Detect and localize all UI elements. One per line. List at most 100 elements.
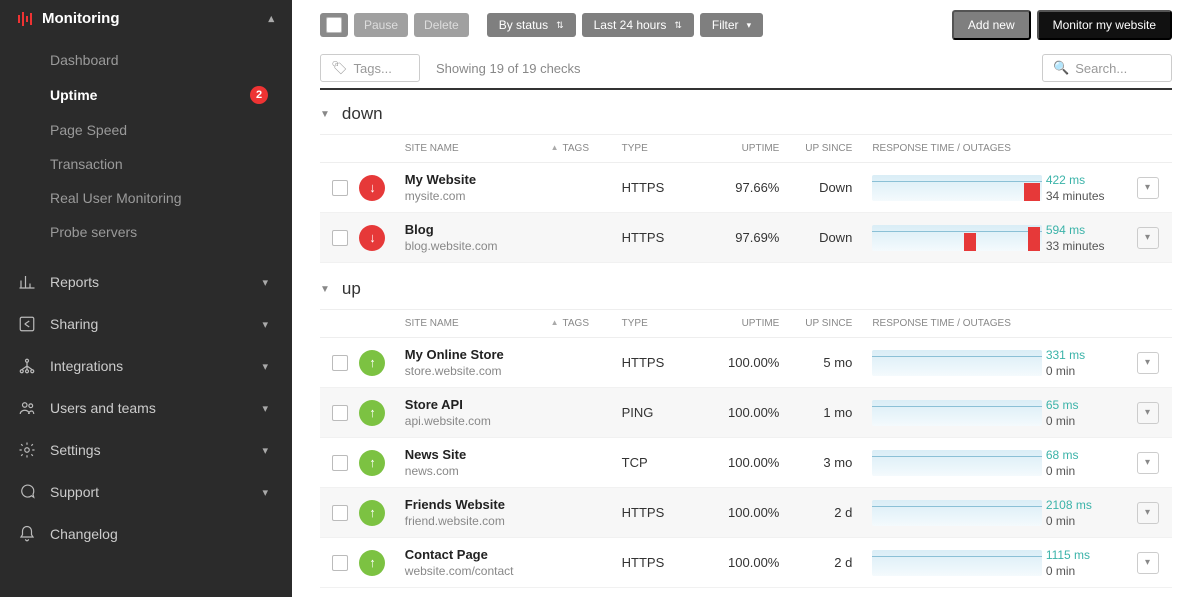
uptime-value: 100.00% bbox=[701, 555, 780, 570]
sparkline bbox=[872, 350, 1042, 376]
nav-changelog[interactable]: Changelog bbox=[0, 513, 292, 555]
sidebar-header[interactable]: Monitoring ▴ bbox=[0, 0, 292, 37]
section-header[interactable]: ▼down bbox=[320, 100, 1172, 135]
check-type: PING bbox=[622, 405, 701, 420]
up-since: Down bbox=[779, 180, 852, 195]
sidebar-item-label: Real User Monitoring bbox=[50, 190, 182, 206]
row-more-button[interactable]: ▾ bbox=[1137, 177, 1159, 199]
up-since: 3 mo bbox=[779, 455, 852, 470]
row-checkbox[interactable] bbox=[332, 405, 348, 421]
site-name[interactable]: News Site bbox=[405, 447, 563, 462]
time-dropdown[interactable]: Last 24 hours⇅ bbox=[582, 13, 694, 37]
row-more-button[interactable]: ▾ bbox=[1137, 352, 1159, 374]
row-checkbox[interactable] bbox=[332, 505, 348, 521]
search-icon: 🔍 bbox=[1053, 60, 1069, 76]
col-type[interactable]: TYPE bbox=[622, 143, 701, 154]
col-tags[interactable]: TAGS bbox=[563, 318, 622, 329]
table-row: ↑Store APIapi.website.comPING100.00%1 mo… bbox=[320, 388, 1172, 438]
select-all-checkbox[interactable] bbox=[326, 17, 342, 33]
col-site[interactable]: SITE NAME▲ bbox=[405, 143, 563, 154]
row-more-button[interactable]: ▾ bbox=[1137, 552, 1159, 574]
response-time: 594 ms bbox=[1046, 223, 1137, 237]
col-uptime[interactable]: UPTIME bbox=[701, 143, 780, 154]
sidebar-item-label: Page Speed bbox=[50, 122, 127, 138]
chevron-down-icon: ▼ bbox=[320, 284, 330, 295]
col-tags[interactable]: TAGS bbox=[563, 143, 622, 154]
row-more-button[interactable]: ▾ bbox=[1137, 402, 1159, 424]
sidebar-item-uptime[interactable]: Uptime2 bbox=[0, 77, 292, 113]
section-down: ▼down SITE NAME▲TAGSTYPEUPTIMEUP SINCERES… bbox=[320, 100, 1172, 263]
nav-support[interactable]: Support▾ bbox=[0, 471, 292, 513]
nav-label: Settings bbox=[50, 442, 101, 458]
uptime-value: 100.00% bbox=[701, 405, 780, 420]
col-since[interactable]: UP SINCE bbox=[779, 318, 852, 329]
nav-settings[interactable]: Settings▾ bbox=[0, 429, 292, 471]
status-up-icon: ↑ bbox=[359, 350, 385, 376]
monitor-website-button[interactable]: Monitor my website bbox=[1037, 10, 1172, 40]
row-more-button[interactable]: ▾ bbox=[1137, 227, 1159, 249]
filter-row: 🏷Tags... Showing 19 of 19 checks 🔍Search… bbox=[320, 54, 1172, 82]
main: Pause Delete By status⇅ Last 24 hours⇅ F… bbox=[292, 0, 1200, 597]
tag-icon: 🏷 bbox=[331, 60, 348, 76]
sidebar-item-real-user-monitoring[interactable]: Real User Monitoring bbox=[0, 181, 292, 215]
duration: 0 min bbox=[1046, 464, 1137, 478]
uptime-value: 100.00% bbox=[701, 455, 780, 470]
col-type[interactable]: TYPE bbox=[622, 318, 701, 329]
logo-pulse-icon bbox=[18, 12, 32, 26]
site-domain: website.com/contact bbox=[405, 564, 563, 578]
check-type: HTTPS bbox=[622, 355, 701, 370]
nav-label: Users and teams bbox=[50, 400, 156, 416]
pause-button[interactable]: Pause bbox=[354, 13, 408, 37]
uptime-value: 97.69% bbox=[701, 230, 780, 245]
up-since: Down bbox=[779, 230, 852, 245]
section-header[interactable]: ▼up bbox=[320, 275, 1172, 310]
nav-sharing[interactable]: Sharing▾ bbox=[0, 303, 292, 345]
up-since: 5 mo bbox=[779, 355, 852, 370]
row-checkbox[interactable] bbox=[332, 180, 348, 196]
site-name[interactable]: Blog bbox=[405, 222, 563, 237]
nav-users-and-teams[interactable]: Users and teams▾ bbox=[0, 387, 292, 429]
duration: 34 minutes bbox=[1046, 189, 1137, 203]
tags-input[interactable]: 🏷Tags... bbox=[320, 54, 420, 82]
response-time: 422 ms bbox=[1046, 173, 1137, 187]
filter-dropdown[interactable]: Filter▾ bbox=[700, 13, 763, 37]
sidebar-item-dashboard[interactable]: Dashboard bbox=[0, 43, 292, 77]
site-name[interactable]: Contact Page bbox=[405, 547, 563, 562]
site-name[interactable]: My Online Store bbox=[405, 347, 563, 362]
nav-integrations[interactable]: Integrations▾ bbox=[0, 345, 292, 387]
status-down-icon: ↓ bbox=[359, 175, 385, 201]
row-more-button[interactable]: ▾ bbox=[1137, 452, 1159, 474]
delete-button[interactable]: Delete bbox=[414, 13, 469, 37]
site-domain: api.website.com bbox=[405, 414, 563, 428]
site-name[interactable]: My Website bbox=[405, 172, 563, 187]
nav-reports[interactable]: Reports▾ bbox=[0, 261, 292, 303]
uptime-value: 100.00% bbox=[701, 355, 780, 370]
add-new-button[interactable]: Add new bbox=[952, 10, 1031, 40]
users-icon bbox=[18, 399, 36, 417]
row-checkbox[interactable] bbox=[332, 455, 348, 471]
col-uptime[interactable]: UPTIME bbox=[701, 318, 780, 329]
row-checkbox[interactable] bbox=[332, 230, 348, 246]
row-checkbox[interactable] bbox=[332, 355, 348, 371]
row-more-button[interactable]: ▾ bbox=[1137, 502, 1159, 524]
col-rt[interactable]: RESPONSE TIME / OUTAGES bbox=[852, 318, 1046, 329]
sidebar-item-probe-servers[interactable]: Probe servers bbox=[0, 215, 292, 249]
site-domain: friend.website.com bbox=[405, 514, 563, 528]
sidebar-nav: Reports▾Sharing▾Integrations▾Users and t… bbox=[0, 261, 292, 555]
site-domain: mysite.com bbox=[405, 189, 563, 203]
col-rt[interactable]: RESPONSE TIME / OUTAGES bbox=[852, 143, 1046, 154]
site-name[interactable]: Store API bbox=[405, 397, 563, 412]
sidebar-item-transaction[interactable]: Transaction bbox=[0, 147, 292, 181]
up-since: 1 mo bbox=[779, 405, 852, 420]
status-up-icon: ↑ bbox=[359, 550, 385, 576]
col-site[interactable]: SITE NAME▲ bbox=[405, 318, 563, 329]
row-checkbox[interactable] bbox=[332, 555, 348, 571]
select-all-wrap[interactable] bbox=[320, 13, 348, 37]
site-name[interactable]: Friends Website bbox=[405, 497, 563, 512]
sidebar-item-label: Uptime bbox=[50, 87, 97, 103]
status-dropdown[interactable]: By status⇅ bbox=[487, 13, 576, 37]
col-since[interactable]: UP SINCE bbox=[779, 143, 852, 154]
table-row: ↑Friends Websitefriend.website.comHTTPS1… bbox=[320, 488, 1172, 538]
sidebar-item-page-speed[interactable]: Page Speed bbox=[0, 113, 292, 147]
search-input[interactable]: 🔍Search... bbox=[1042, 54, 1172, 82]
